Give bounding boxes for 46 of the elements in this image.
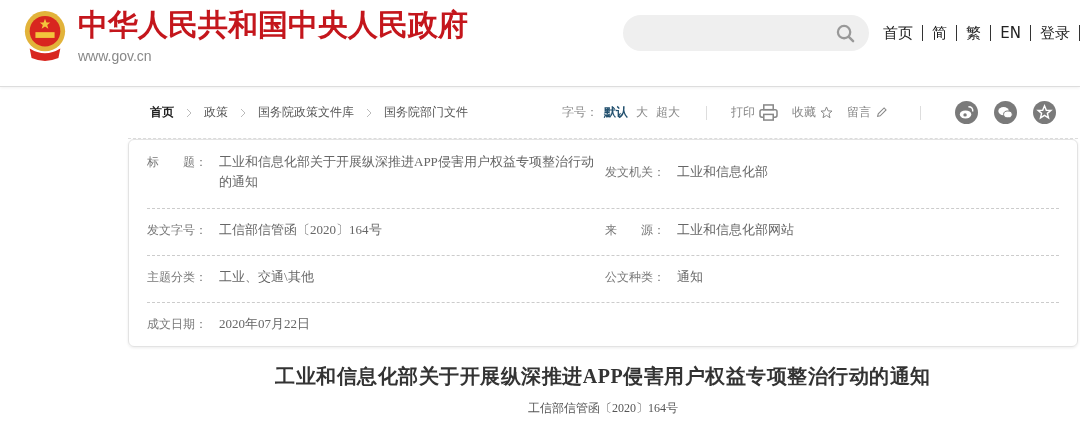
field-label: 公文种类： [605, 271, 666, 283]
chevron-icon [366, 107, 372, 118]
field-label: 主题分类： [147, 271, 208, 283]
font-size-option[interactable]: 默认 [604, 104, 628, 121]
printer-icon [759, 104, 778, 121]
field-label: 成文日期： [147, 318, 208, 330]
print-link[interactable]: 打印 [731, 104, 778, 121]
breadcrumb-link[interactable]: 国务院部门文件 [384, 104, 468, 121]
field-value: 工业和信息化部关于开展纵深推进APP侵害用户权益专项整治行动的通知 [219, 153, 595, 191]
field-value: 工业、交通\其他 [219, 268, 315, 286]
field-value: 工信部信管函〔2020〕164号 [219, 221, 383, 239]
chevron-icon [240, 107, 246, 118]
nav-link[interactable]: 登录 [1031, 25, 1080, 41]
site-url[interactable]: www.gov.cn [78, 48, 468, 64]
field-value: 2020年07月22日 [219, 315, 311, 333]
field-label: 标 题： [147, 156, 208, 168]
field-value: 通知 [677, 268, 704, 286]
field-label: 发文字号： [147, 224, 208, 236]
search-icon[interactable] [836, 23, 856, 43]
field-label: 发文机关： [605, 166, 666, 178]
field-value: 工业和信息化部网站 [677, 221, 795, 239]
weibo-share-icon[interactable] [955, 101, 978, 124]
field-value: 工业和信息化部 [677, 163, 769, 181]
pencil-icon [875, 106, 888, 119]
breadcrumb-link[interactable]: 政策 [204, 104, 228, 121]
nav-link[interactable]: 首页 [883, 25, 924, 41]
search-field[interactable] [623, 15, 870, 51]
document-number: 工信部信管函〔2020〕164号 [527, 400, 679, 417]
site-title[interactable]: 中华人民共和国中央人民政府 [78, 8, 468, 42]
nav-link[interactable]: 简 [923, 25, 958, 41]
nav-link[interactable]: EN [991, 25, 1031, 41]
breadcrumb-link[interactable]: 国务院政策文件库 [258, 104, 354, 121]
nav-link[interactable]: 繁 [957, 25, 992, 41]
comment-link[interactable]: 留言 [847, 104, 888, 121]
field-label: 来 源： [605, 224, 666, 236]
article-title: 工业和信息化部关于开展纵深推进APP侵害用户权益专项整治行动的通知 [274, 364, 932, 389]
wechat-share-icon[interactable] [994, 101, 1017, 124]
star-icon [820, 106, 833, 119]
font-size-label: 字号： [562, 104, 598, 121]
font-size-option[interactable]: 大 [636, 104, 648, 121]
favorite-link[interactable]: 收藏 [792, 104, 833, 121]
favorite-share-icon[interactable] [1033, 101, 1056, 124]
chevron-icon [186, 107, 192, 118]
breadcrumb-link[interactable]: 首页 [150, 104, 174, 121]
font-size-option[interactable]: 超大 [656, 104, 680, 121]
national-emblem-icon [22, 10, 68, 62]
